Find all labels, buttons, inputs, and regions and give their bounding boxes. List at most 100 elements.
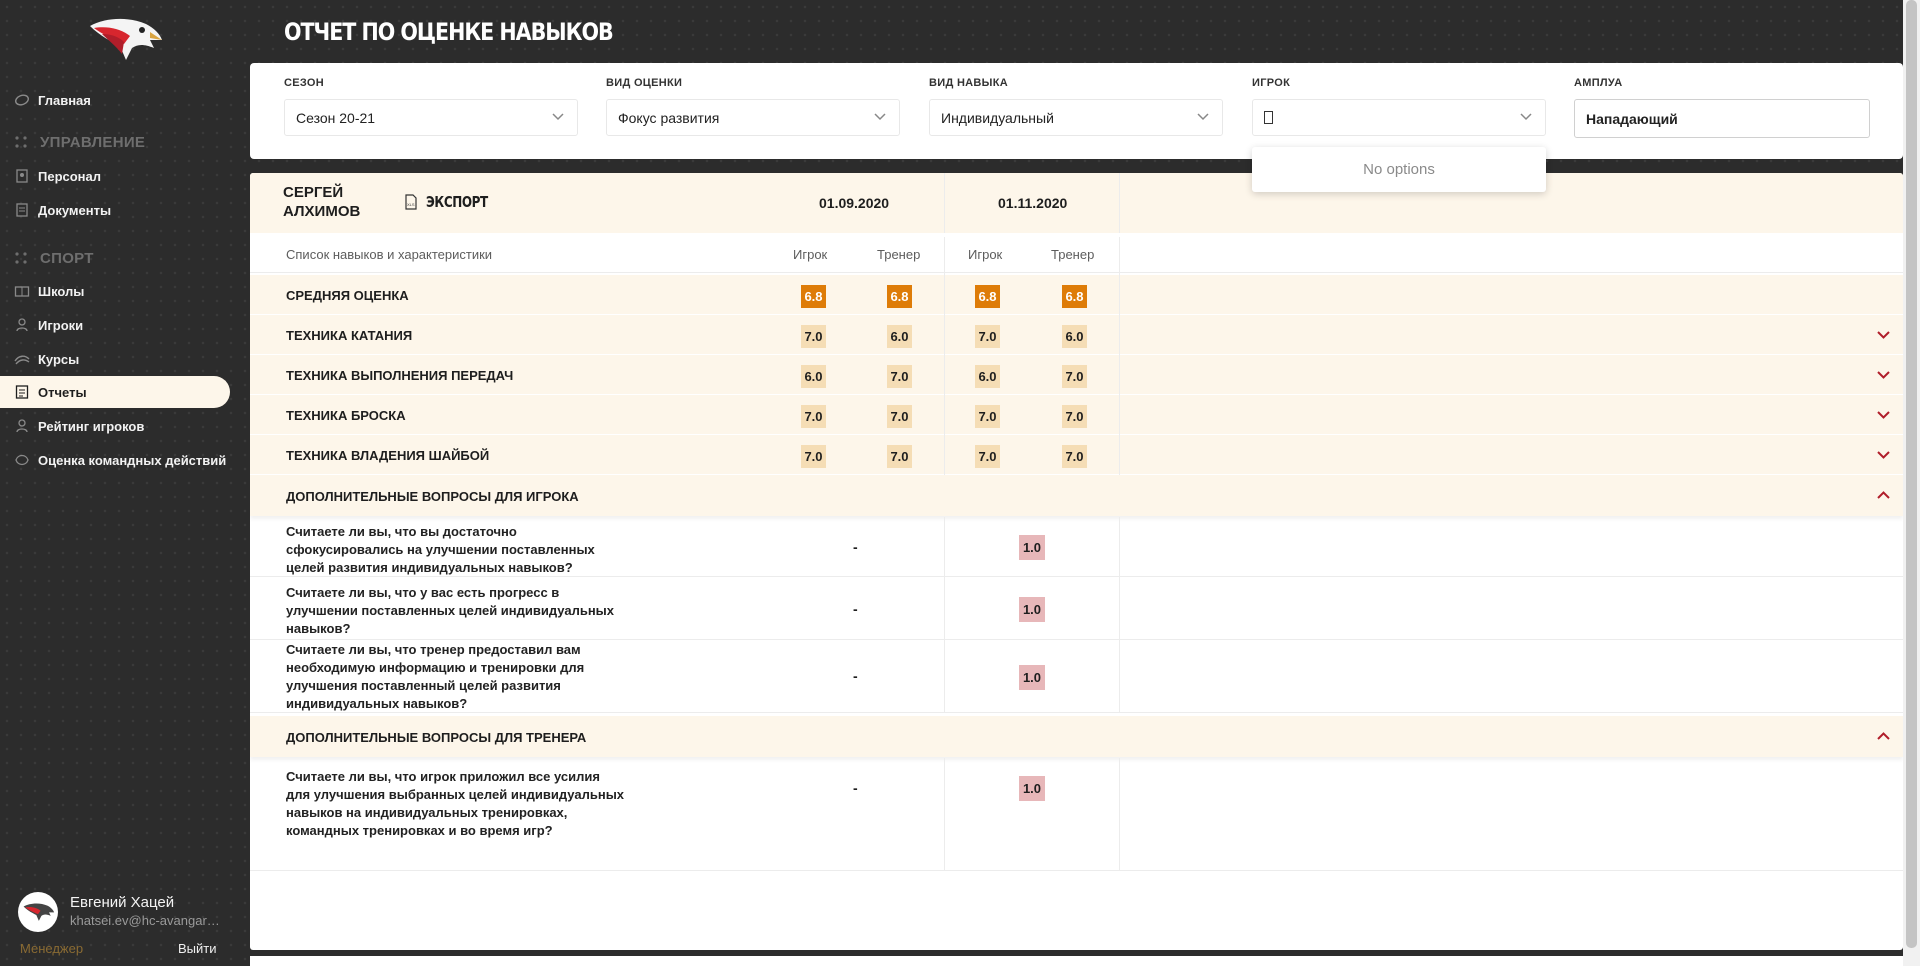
user-role: Менеджер (20, 941, 84, 956)
sidebar-item-reports[interactable]: Отчеты (0, 376, 230, 408)
score-badge: 7.0 (887, 405, 912, 428)
coach-questions-header[interactable]: ДОПОЛНИТЕЛЬНЫЕ ВОПРОСЫ ДЛЯ ТРЕНЕРА (250, 716, 1903, 757)
position-input[interactable]: Нападающий (1574, 99, 1870, 138)
chevron-down-icon[interactable] (1876, 370, 1891, 380)
column-divider (1119, 758, 1120, 871)
scrollbar-thumb[interactable] (1906, 0, 1917, 948)
export-file-icon: XLS (405, 194, 417, 210)
staff-icon (14, 168, 30, 184)
sidebar-item-staff[interactable]: Персонал (0, 160, 230, 192)
sidebar-item-player-rating[interactable]: Рейтинг игроков (0, 410, 230, 442)
select-value: Сезон 20-21 (296, 109, 376, 126)
chevron-down-icon (1197, 113, 1209, 121)
sidebar-item-schools[interactable]: Школы (0, 275, 230, 307)
sidebar-item-label: Главная (38, 92, 91, 108)
player-select[interactable] (1252, 99, 1546, 136)
sidebar-section-sport: СПОРТ (14, 248, 94, 268)
chevron-down-icon[interactable] (1876, 450, 1891, 460)
question-text: Считаете ли вы, что тренер предоставил в… (286, 642, 585, 711)
sidebar-item-label: Отчеты (38, 384, 87, 400)
team-icon (14, 452, 30, 468)
question-score-2: 1.0 (1019, 535, 1045, 560)
sidebar-item-label: Документы (38, 202, 112, 218)
filter-label: ВИД ОЦЕНКИ (606, 77, 683, 89)
score-badge: 7.0 (887, 445, 912, 468)
report-header: СЕРГЕЙ АЛХИМОВ XLS ЭКСПОРТ 01.09.2020 01… (250, 173, 1903, 233)
question-score-1: - (853, 668, 858, 684)
question-score-1: - (853, 601, 858, 617)
sidebar-item-label: Оценка командных действий (38, 452, 227, 468)
section-label: УПРАВЛЕНИЕ (40, 133, 146, 151)
user-name: Евгений Хацей (70, 894, 175, 911)
chevron-down-icon (874, 113, 886, 121)
rating-icon (14, 418, 30, 434)
skill-row[interactable]: ТЕХНИКА КАТАНИЯ 7.0 6.0 7.0 6.0 (250, 315, 1903, 355)
section-label: СПОРТ (40, 249, 94, 267)
sidebar-item-courses[interactable]: Курсы (0, 343, 230, 375)
score-badge: 6.0 (975, 365, 1000, 388)
svg-text:XLS: XLS (407, 202, 415, 207)
player-questions-header[interactable]: ДОПОЛНИТЕЛЬНЫЕ ВОПРОСЫ ДЛЯ ИГРОКА (250, 475, 1903, 516)
score-badge: 7.0 (887, 365, 912, 388)
sidebar-section-management: УПРАВЛЕНИЕ (14, 132, 145, 152)
skill-name: ТЕХНИКА ВЛАДЕНИЯ ШАЙБОЙ (286, 448, 490, 463)
score-badge: 7.0 (801, 405, 826, 428)
sidebar-item-home[interactable]: Главная (0, 84, 230, 116)
chevron-up-icon[interactable] (1876, 731, 1891, 741)
season-select[interactable]: Сезон 20-21 (284, 99, 578, 136)
filter-label: АМПЛУА (1574, 77, 1623, 89)
skill-name: ТЕХНИКА БРОСКА (286, 408, 406, 423)
skill-name: ТЕХНИКА ВЫПОЛНЕНИЯ ПЕРЕДАЧ (286, 368, 514, 383)
chevron-up-icon[interactable] (1876, 490, 1891, 500)
skill-row[interactable]: ТЕХНИКА БРОСКА 7.0 7.0 7.0 7.0 (250, 395, 1903, 435)
score-badge: 6.8 (1062, 285, 1087, 308)
home-icon (14, 92, 30, 108)
sidebar-item-team-actions[interactable]: Оценка командных действий (0, 444, 230, 476)
skill-name: ТЕХНИКА КАТАНИЯ (286, 328, 413, 343)
question-row: Считаете ли вы, что игрок приложил все у… (250, 758, 1903, 871)
report-card: СЕРГЕЙ АЛХИМОВ XLS ЭКСПОРТ 01.09.2020 01… (250, 173, 1903, 950)
reports-icon (14, 384, 30, 400)
score-badge: 7.0 (975, 405, 1000, 428)
avatar[interactable] (18, 892, 58, 932)
sidebar-item-documents[interactable]: Документы (0, 194, 230, 226)
sidebar: Главная УПРАВЛЕНИЕ Персонал Документы СП… (0, 0, 236, 966)
school-icon (14, 283, 30, 299)
score-badge: 7.0 (1062, 405, 1087, 428)
skill-type-select[interactable]: Индивидуальный (929, 99, 1223, 136)
question-score-2: 1.0 (1019, 665, 1045, 690)
courses-icon (14, 351, 30, 367)
skill-row-average: СРЕДНЯЯ ОЦЕНКА 6.8 6.8 6.8 6.8 (250, 275, 1903, 315)
export-button[interactable]: XLS ЭКСПОРТ (404, 193, 503, 211)
column-divider (944, 517, 945, 713)
logo-icon[interactable] (84, 14, 164, 64)
column-divider (944, 173, 945, 233)
assessment-select[interactable]: Фокус развития (606, 99, 900, 136)
logout-button[interactable]: Выйти (178, 941, 217, 956)
select-value: Фокус развития (618, 109, 720, 126)
export-label: ЭКСПОРТ (426, 193, 488, 211)
score-badge: 6.0 (1062, 325, 1087, 348)
question-text: Считаете ли вы, что у вас есть прогресс … (286, 585, 615, 636)
question-score-1: - (853, 539, 858, 555)
score-badge: 7.0 (975, 445, 1000, 468)
sidebar-item-players[interactable]: Игроки (0, 309, 230, 341)
page-scrollbar[interactable] (1903, 0, 1920, 966)
question-score-2: 1.0 (1019, 597, 1045, 622)
chevron-down-icon[interactable] (1876, 410, 1891, 420)
list-header: Список навыков и характеристики (286, 247, 493, 262)
question-score-1: - (853, 780, 858, 796)
skill-row[interactable]: ТЕХНИКА ВЫПОЛНЕНИЯ ПЕРЕДАЧ 6.0 7.0 6.0 7… (250, 355, 1903, 395)
date-column-2: 01.11.2020 (998, 195, 1068, 211)
score-badge: 6.8 (887, 285, 912, 308)
column-divider (944, 237, 945, 475)
section-title: ДОПОЛНИТЕЛЬНЫЕ ВОПРОСЫ ДЛЯ ТРЕНЕРА (286, 730, 587, 745)
question-row: Считаете ли вы, что у вас есть прогресс … (250, 578, 1903, 640)
player-name: СЕРГЕЙ АЛХИМОВ (283, 184, 361, 220)
skill-row[interactable]: ТЕХНИКА ВЛАДЕНИЯ ШАЙБОЙ 7.0 7.0 7.0 7.0 (250, 435, 1903, 475)
chevron-down-icon[interactable] (1876, 330, 1891, 340)
player-dropdown-menu: No options (1252, 147, 1546, 192)
user-email: khatsei.ev@hc-avangard... (70, 913, 222, 928)
divider (250, 272, 1903, 273)
filter-label: СЕЗОН (284, 77, 325, 89)
